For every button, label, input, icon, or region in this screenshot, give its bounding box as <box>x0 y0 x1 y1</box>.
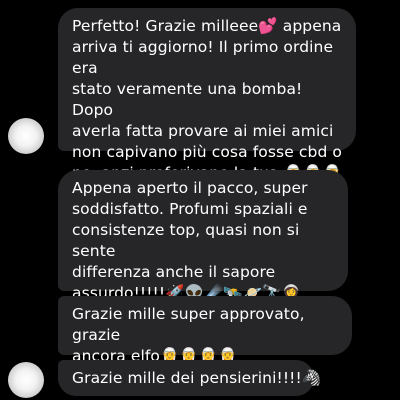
contact-avatar-icon[interactable] <box>8 362 44 398</box>
contact-avatar-icon[interactable] <box>8 118 44 154</box>
message-bubble-4[interactable]: Grazie mille dei pensierini!!!!🦓 <box>58 360 321 396</box>
message-bubble-1[interactable]: Perfetto! Grazie milleee💕 appena arriva … <box>58 8 356 182</box>
message-thread: Perfetto! Grazie milleee💕 appena arriva … <box>0 0 400 400</box>
message-bubble-2[interactable]: Appena aperto il pacco, super soddisfatt… <box>58 170 348 302</box>
message-bubble-3[interactable]: Grazie mille super approvato, grazie anc… <box>58 296 352 365</box>
